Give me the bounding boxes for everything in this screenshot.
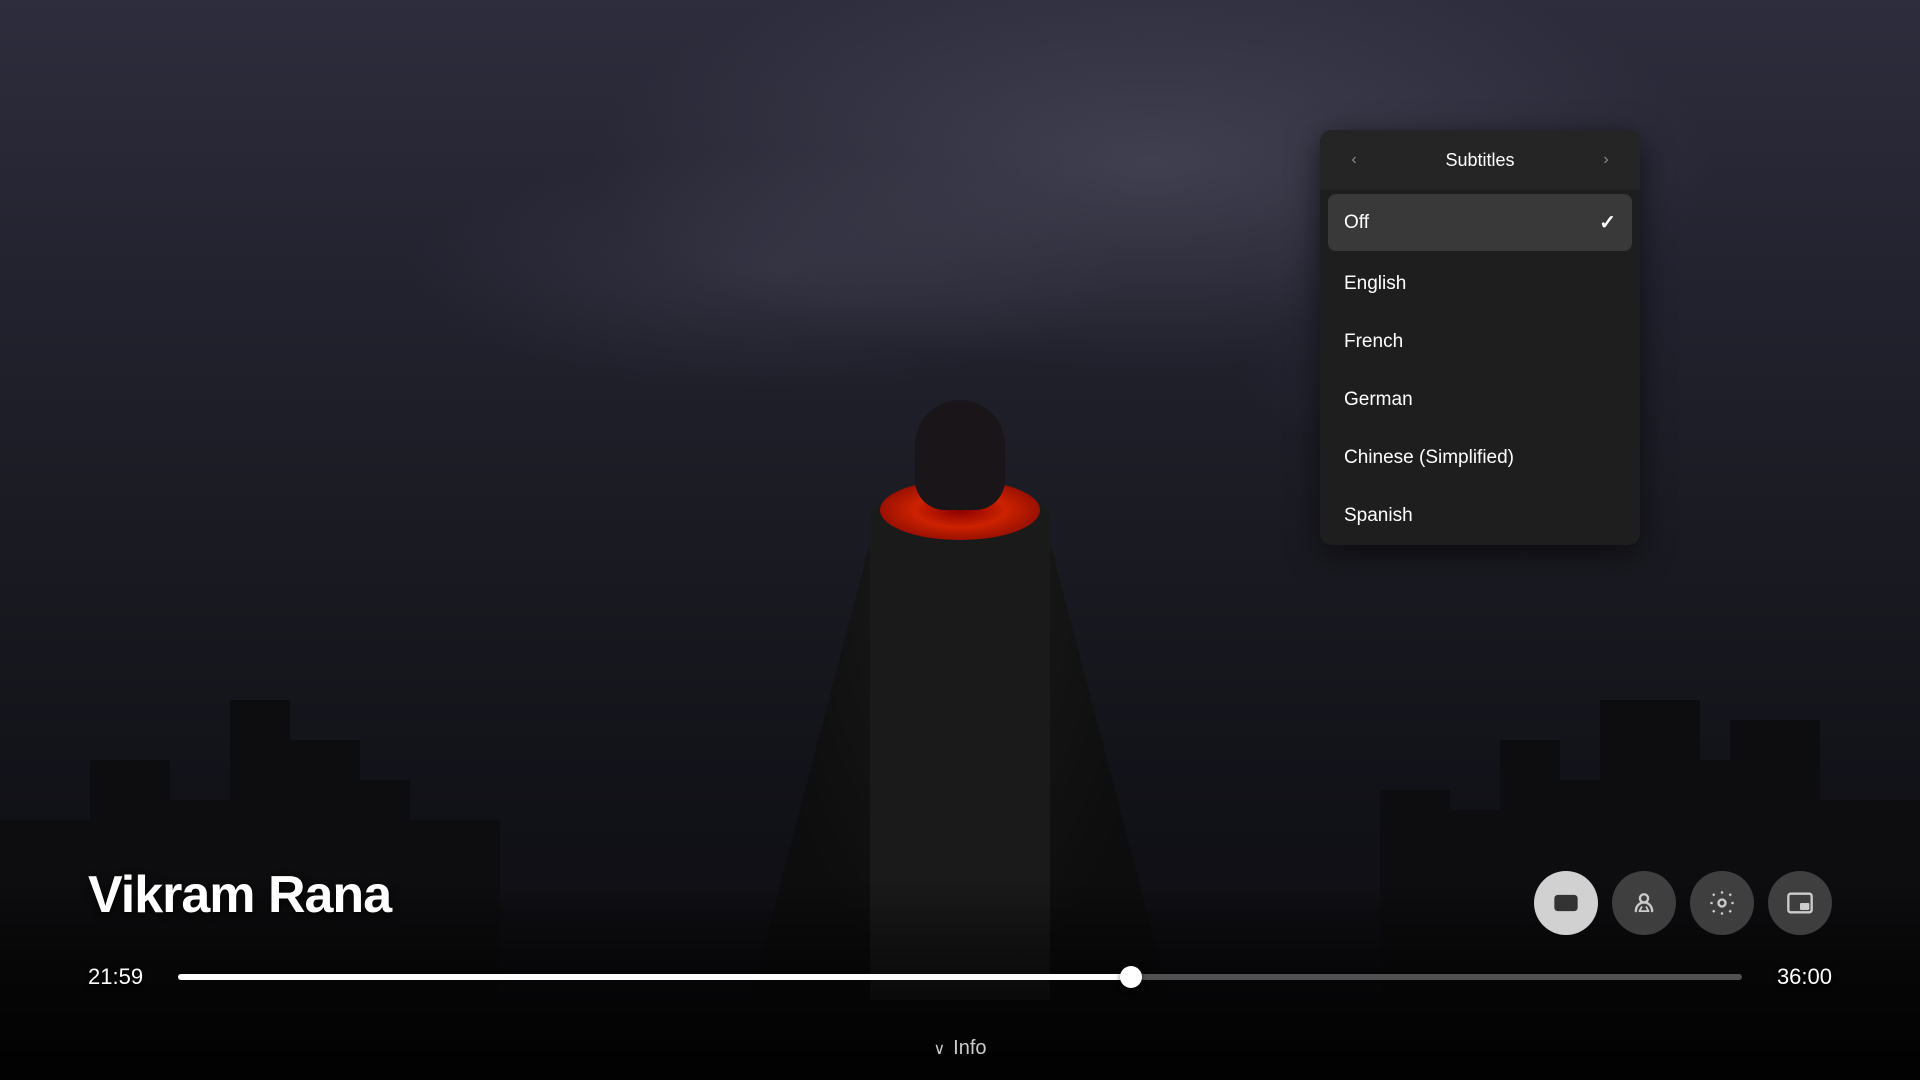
movie-title: Vikram Rana: [88, 865, 391, 925]
info-bar[interactable]: ∨ Info: [933, 1037, 986, 1060]
subtitles-panel: ‹ Subtitles › Off ✓ English French Germa…: [1320, 130, 1640, 545]
controls-row: CC: [1534, 871, 1832, 935]
progress-fill: [178, 974, 1132, 980]
pip-button[interactable]: [1768, 871, 1832, 935]
audio-icon: [1630, 889, 1658, 917]
subtitle-option-chinese-label: Chinese (Simplified): [1344, 447, 1514, 469]
subtitle-option-english-label: English: [1344, 273, 1406, 295]
cc-icon: CC: [1552, 889, 1580, 917]
info-label: Info: [953, 1037, 986, 1060]
info-chevron-icon: ∨: [933, 1039, 945, 1059]
subtitle-option-off[interactable]: Off ✓: [1328, 194, 1632, 251]
subtitle-option-spanish-label: Spanish: [1344, 505, 1413, 527]
subtitle-option-french[interactable]: French: [1320, 313, 1640, 371]
subtitle-option-english[interactable]: English: [1320, 255, 1640, 313]
subtitle-selected-check: ✓: [1599, 210, 1616, 235]
subtitle-option-chinese[interactable]: Chinese (Simplified): [1320, 429, 1640, 487]
progress-track[interactable]: [178, 974, 1742, 980]
progress-area: 21:59 36:00: [88, 964, 1832, 990]
svg-text:CC: CC: [1559, 900, 1573, 910]
panel-title: Subtitles: [1368, 150, 1592, 171]
subtitle-option-french-label: French: [1344, 331, 1403, 353]
panel-header: ‹ Subtitles ›: [1320, 130, 1640, 190]
pip-icon: [1786, 889, 1814, 917]
gear-icon: [1708, 889, 1736, 917]
subtitle-option-german-label: German: [1344, 389, 1413, 411]
subtitles-button[interactable]: CC: [1534, 871, 1598, 935]
subtitle-option-off-label: Off: [1344, 212, 1369, 234]
total-time: 36:00: [1762, 964, 1832, 990]
settings-button[interactable]: [1690, 871, 1754, 935]
audio-button[interactable]: [1612, 871, 1676, 935]
subtitle-option-german[interactable]: German: [1320, 371, 1640, 429]
subtitle-option-spanish[interactable]: Spanish: [1320, 487, 1640, 545]
panel-nav-right[interactable]: ›: [1592, 146, 1620, 174]
panel-nav-left[interactable]: ‹: [1340, 146, 1368, 174]
progress-thumb[interactable]: [1120, 966, 1142, 988]
current-time: 21:59: [88, 964, 158, 990]
